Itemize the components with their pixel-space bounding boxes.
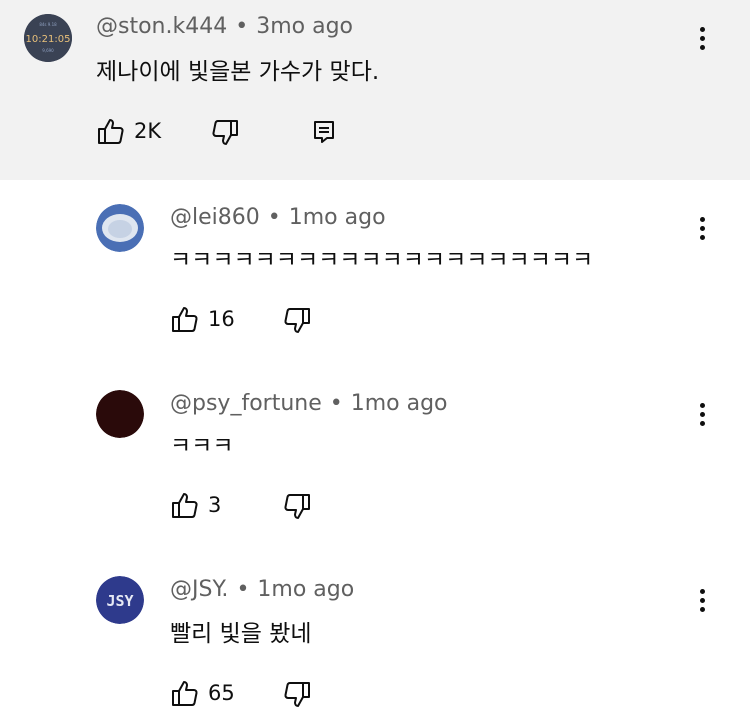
comment-timestamp[interactable]: 3mo ago <box>256 14 353 39</box>
dislike-button[interactable] <box>282 680 312 710</box>
more-options-button[interactable] <box>690 584 714 616</box>
comment-meta: @psy_fortune • 1mo ago <box>170 391 448 416</box>
comment-timestamp[interactable]: 1mo ago <box>257 577 354 602</box>
thumbs-down-icon <box>284 308 310 333</box>
like-button[interactable]: 16 <box>170 304 235 334</box>
svg-text:9,690: 9,690 <box>42 48 54 53</box>
like-count: 65 <box>208 681 235 705</box>
dislike-button[interactable] <box>282 492 312 522</box>
dislike-button[interactable] <box>210 118 240 148</box>
comment-text: ㅋㅋㅋ <box>170 433 234 459</box>
comment-author[interactable]: @lei860 <box>170 205 260 230</box>
avatar[interactable] <box>96 390 144 438</box>
comment-meta: @lei860 • 1mo ago <box>170 205 386 230</box>
comment-text: ㅋㅋㅋㅋㅋㅋㅋㅋㅋㅋㅋㅋㅋㅋㅋㅋㅋㅋㅋㅋ <box>170 247 594 273</box>
more-options-button[interactable] <box>690 398 714 430</box>
like-button[interactable]: 65 <box>170 678 235 708</box>
more-options-button[interactable] <box>690 22 714 54</box>
thumbs-down-icon <box>284 494 310 519</box>
comment-text: 빨리 빛을 봤네 <box>170 621 312 647</box>
svg-text:10:21:05: 10:21:05 <box>26 34 71 45</box>
like-count: 2K <box>134 119 162 143</box>
dislike-button[interactable] <box>282 306 312 336</box>
thumbs-up-icon <box>172 307 198 332</box>
thumbs-up-icon <box>172 681 198 706</box>
like-button[interactable]: 3 <box>170 490 221 520</box>
comment-timestamp[interactable]: 1mo ago <box>289 205 386 230</box>
thumbs-up-icon <box>172 493 198 518</box>
svg-text:84s 9.18: 84s 9.18 <box>39 22 57 27</box>
comment-meta: @ston.k444 • 3mo ago <box>96 14 353 39</box>
comment-author[interactable]: @psy_fortune <box>170 391 322 416</box>
comment-author[interactable]: @ston.k444 <box>96 14 227 39</box>
comment-author[interactable]: @JSY. <box>170 577 228 602</box>
like-button[interactable]: 2K <box>96 116 161 146</box>
thumbs-up-icon <box>98 119 124 144</box>
like-count: 16 <box>208 307 235 331</box>
avatar[interactable]: 84s 9.18 10:21:05 9,690 <box>24 14 72 62</box>
thumbs-down-icon <box>212 120 238 145</box>
reply-icon <box>314 121 334 143</box>
comment-text: 제나이에 빛을본 가수가 맞다. <box>96 59 380 85</box>
meta-separator: • <box>236 577 250 602</box>
meta-separator: • <box>267 205 281 230</box>
reply-button[interactable] <box>312 119 336 145</box>
svg-text:JSY: JSY <box>106 592 133 610</box>
thumbs-down-icon <box>284 682 310 707</box>
comment-timestamp[interactable]: 1mo ago <box>351 391 448 416</box>
more-options-button[interactable] <box>690 212 714 244</box>
meta-separator: • <box>235 14 249 39</box>
avatar[interactable] <box>96 204 144 252</box>
comment-meta: @JSY. • 1mo ago <box>170 577 354 602</box>
avatar[interactable]: JSY <box>96 576 144 624</box>
like-count: 3 <box>208 493 222 517</box>
meta-separator: • <box>329 391 343 416</box>
